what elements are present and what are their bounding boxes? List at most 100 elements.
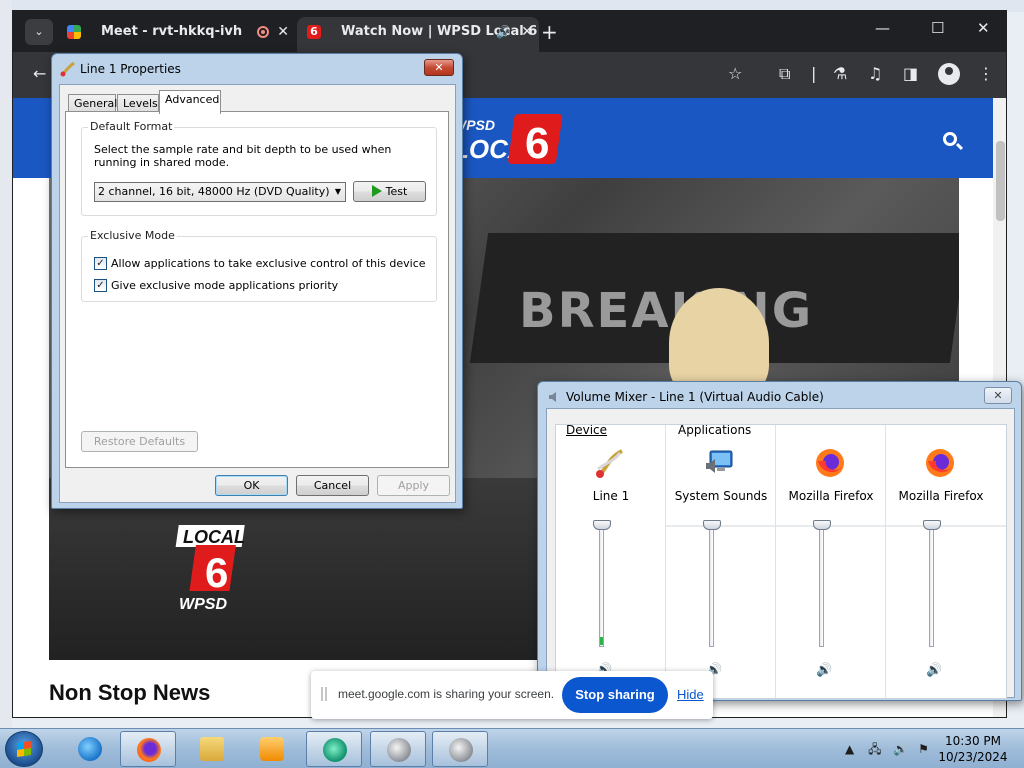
file-explorer-icon[interactable] <box>184 731 240 767</box>
volume-slider[interactable] <box>599 527 604 647</box>
checkbox-checked-icon[interactable]: ✓ <box>94 257 107 270</box>
tab-title: Meet - rvt-hkkq-ivh <box>101 24 243 39</box>
video-logo-six: 6 <box>205 549 228 596</box>
volume-mixer-window: Volume Mixer - Line 1 (Virtual Audio Cab… <box>537 381 1022 701</box>
recording-icon <box>257 26 269 38</box>
media-control-icon[interactable]: ♫ <box>868 64 882 83</box>
google-meet-icon <box>67 25 81 39</box>
dialog-title: Line 1 Properties <box>60 60 181 78</box>
close-tab-icon[interactable]: ✕ <box>521 17 533 47</box>
stop-sharing-button[interactable]: Stop sharing <box>562 677 668 713</box>
exclusive-mode-label: Exclusive Mode <box>88 229 177 242</box>
volume-slider-thumb[interactable] <box>593 520 611 530</box>
checkbox-label: Give exclusive mode applications priorit… <box>111 279 339 292</box>
channel-firefox-1: Mozilla Firefox 🔊 <box>776 425 886 698</box>
format-dropdown[interactable]: 2 channel, 16 bit, 48000 Hz (DVD Quality… <box>94 182 346 202</box>
restore-defaults-button[interactable]: Restore Defaults <box>81 431 198 452</box>
new-tab-button[interactable]: + <box>541 19 558 45</box>
page-scroll-thumb[interactable] <box>996 141 1005 221</box>
volume-slider-thumb[interactable] <box>703 520 721 530</box>
taskbar: ▲ 🖧 🔊 ⚑ 10:30 PM 10/23/2024 <box>0 728 1024 768</box>
tab-wpsd[interactable]: 6 Watch Now | WPSD Local 6 🔊 ✕ <box>297 17 539 52</box>
speaker-icon[interactable] <box>432 731 488 767</box>
firefox-icon <box>926 449 954 477</box>
logo-six-text: 6 <box>525 119 549 166</box>
advanced-panel: Default Format Select the sample rate an… <box>65 111 449 468</box>
tab-advanced[interactable]: Advanced <box>159 90 221 114</box>
format-description: Select the sample rate and bit depth to … <box>94 143 392 169</box>
network-icon[interactable]: 🖧 <box>868 742 881 756</box>
peak-meter <box>600 637 603 645</box>
hide-link[interactable]: Hide <box>677 687 704 702</box>
internet-explorer-icon[interactable] <box>62 731 118 767</box>
desktop-left <box>0 0 12 728</box>
search-icon[interactable] <box>943 132 957 146</box>
video-logo-wpsd: WPSD <box>179 596 227 613</box>
volume-slider-thumb[interactable] <box>923 520 941 530</box>
extensions-icon[interactable]: ⧉ <box>779 64 790 84</box>
channel-name: System Sounds <box>674 489 768 503</box>
media-player-icon[interactable] <box>244 731 300 767</box>
more-menu-icon[interactable]: ⋮ <box>978 64 994 83</box>
side-panel-icon[interactable]: ◨ <box>903 64 918 83</box>
checkbox-label: Allow applications to take exclusive con… <box>111 257 426 270</box>
tab-audio-icon[interactable]: 🔊 <box>496 17 511 47</box>
tab-meet[interactable]: Meet - rvt-hkkq-ivh ✕ <box>57 17 295 52</box>
labs-flask-icon[interactable]: ⚗ <box>833 64 847 83</box>
mute-speaker-icon[interactable]: 🔊 <box>926 663 942 678</box>
default-format-label: Default Format <box>88 120 175 133</box>
test-label: Test <box>385 185 408 198</box>
wpsd-6-icon: 6 <box>307 25 321 39</box>
firefox-icon[interactable] <box>120 731 176 767</box>
drag-handle-icon[interactable] <box>321 687 327 701</box>
volume-slider-thumb[interactable] <box>813 520 831 530</box>
bookmark-star-icon[interactable]: ☆ <box>728 64 742 83</box>
screen-share-bar: meet.google.com is sharing your screen. … <box>311 671 713 719</box>
clock-date: 10/23/2024 <box>938 750 1008 764</box>
allow-exclusive-checkbox[interactable]: ✓ Allow applications to take exclusive c… <box>94 257 426 270</box>
default-format-group: Default Format Select the sample rate an… <box>81 120 437 216</box>
volume-icon[interactable]: 🔊 <box>893 742 908 756</box>
checkbox-checked-icon[interactable]: ✓ <box>94 279 107 292</box>
speaker-icon <box>549 392 556 402</box>
profile-avatar-icon[interactable] <box>938 63 960 85</box>
mixer-channels: Device Applications Line 1 🔊 <box>555 424 1007 699</box>
close-icon[interactable]: ✕ <box>984 387 1012 404</box>
exclusive-mode-group: Exclusive Mode ✓ Allow applications to t… <box>81 229 437 302</box>
action-center-flag-icon[interactable]: ⚑ <box>918 742 929 756</box>
firefox-icon <box>816 449 844 477</box>
close-icon[interactable]: ✕ <box>424 59 454 76</box>
channel-firefox-2: Mozilla Firefox 🔊 <box>886 425 996 698</box>
play-icon <box>371 185 382 197</box>
wpsd-local6-logo[interactable]: WPSD LOCAL 6 <box>453 112 573 166</box>
headline: Non Stop News <box>49 680 211 705</box>
tab-search-button[interactable]: ⌄ <box>25 19 53 45</box>
mute-speaker-icon[interactable]: 🔊 <box>816 663 832 678</box>
close-window-icon[interactable]: ✕ <box>977 19 990 37</box>
speaker-icon[interactable] <box>370 731 426 767</box>
system-tray: ▲ 🖧 🔊 ⚑ <box>845 740 929 761</box>
test-button[interactable]: Test <box>353 181 426 202</box>
clock[interactable]: 10:30 PM 10/23/2024 <box>935 733 1011 765</box>
start-button-icon[interactable] <box>5 731 43 767</box>
breaking-wall-text: BREAKING <box>519 283 814 339</box>
video-local6-logo: LOCAL 6 WPSD <box>175 525 245 613</box>
volume-slider[interactable] <box>819 527 824 647</box>
exclusive-priority-checkbox[interactable]: ✓ Give exclusive mode applications prior… <box>94 279 338 292</box>
channel-line1: Line 1 🔊 <box>556 425 666 698</box>
volume-slider[interactable] <box>929 527 934 647</box>
maximize-icon[interactable]: ☐ <box>931 19 944 37</box>
back-icon[interactable]: ← <box>33 64 46 83</box>
close-tab-icon[interactable]: ✕ <box>277 17 289 47</box>
ok-button[interactable]: OK <box>215 475 288 496</box>
mixer-title: Volume Mixer - Line 1 (Virtual Audio Cab… <box>546 388 824 406</box>
minimize-icon[interactable]: — <box>875 19 890 37</box>
channel-name: Mozilla Firefox <box>898 489 984 503</box>
cancel-button[interactable]: Cancel <box>296 475 369 496</box>
show-hidden-icons-icon[interactable]: ▲ <box>845 742 854 756</box>
clock-time: 10:30 PM <box>945 734 1001 748</box>
dialog-body: General Levels Advanced Default Format S… <box>59 84 456 503</box>
volume-slider[interactable] <box>709 527 714 647</box>
app-icon[interactable] <box>306 731 362 767</box>
apply-button[interactable]: Apply <box>377 475 450 496</box>
